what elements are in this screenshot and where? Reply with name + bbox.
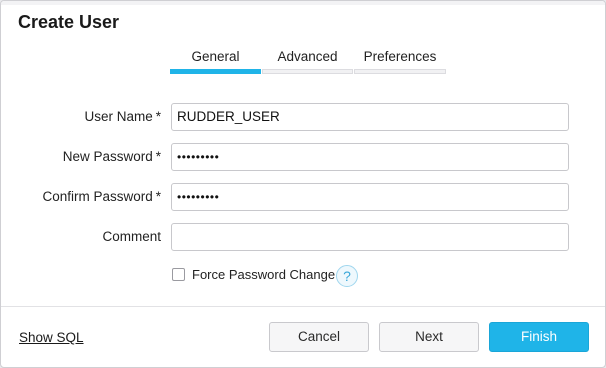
new-password-row: New Password * •••••••••: [1, 143, 605, 173]
tab-general-indicator: [170, 69, 261, 74]
user-name-row: User Name * RUDDER_USER: [1, 103, 605, 133]
comment-row: Comment: [1, 223, 605, 253]
comment-label: Comment: [102, 229, 161, 244]
tab-preferences[interactable]: Preferences: [354, 48, 446, 74]
show-sql-link[interactable]: Show SQL: [19, 330, 84, 345]
user-name-input[interactable]: RUDDER_USER: [171, 103, 569, 131]
footer-divider: [1, 306, 605, 307]
top-strip: [1, 1, 605, 5]
tab-preferences-label: Preferences: [363, 49, 437, 64]
force-password-change-label[interactable]: Force Password Change: [192, 267, 335, 282]
new-password-label: New Password *: [62, 149, 161, 164]
confirm-password-input[interactable]: •••••••••: [171, 183, 569, 211]
cancel-button[interactable]: Cancel: [269, 322, 369, 352]
user-name-label: User Name *: [84, 109, 161, 124]
tab-preferences-indicator: [354, 69, 446, 74]
tab-advanced-label: Advanced: [277, 49, 338, 64]
comment-input[interactable]: [171, 223, 569, 251]
force-password-change-checkbox[interactable]: [172, 268, 185, 281]
help-icon[interactable]: ?: [336, 265, 358, 287]
next-button[interactable]: Next: [379, 322, 479, 352]
tab-general[interactable]: General: [170, 48, 261, 74]
confirm-password-label: Confirm Password *: [42, 189, 161, 204]
new-password-input[interactable]: •••••••••: [171, 143, 569, 171]
create-user-dialog: Create User General Advanced Preferences…: [0, 0, 606, 368]
finish-button[interactable]: Finish: [489, 322, 589, 352]
tab-general-label: General: [191, 49, 240, 64]
dialog-title: Create User: [18, 12, 120, 32]
confirm-password-row: Confirm Password * •••••••••: [1, 183, 605, 213]
tab-advanced-indicator: [262, 69, 353, 74]
tab-advanced[interactable]: Advanced: [262, 48, 353, 74]
